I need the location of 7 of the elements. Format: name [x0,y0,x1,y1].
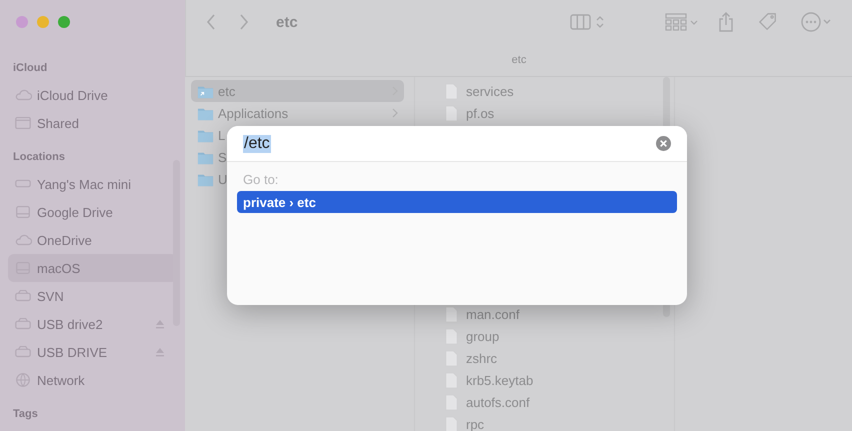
section-label: Go to: [242,171,280,189]
section-heading: Locations [12,150,66,165]
section-heading: Tags [12,407,39,422]
window-title: etc [276,14,298,30]
section-heading: iCloud [12,61,48,76]
path-label: etc [512,54,526,66]
field-value: /etc [243,134,271,152]
